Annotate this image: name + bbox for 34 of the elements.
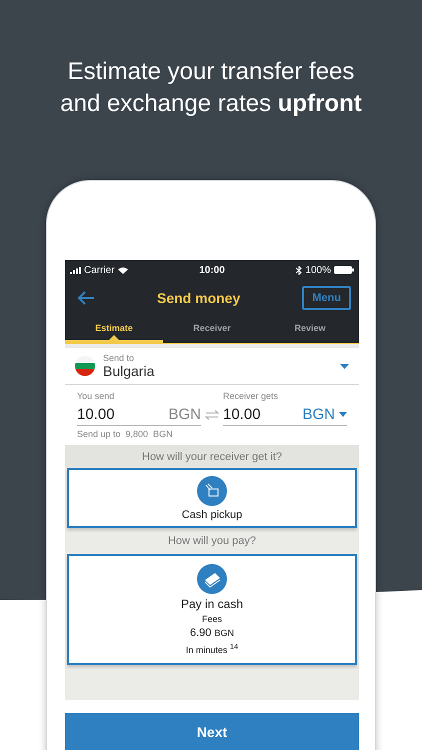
- menu-button[interactable]: Menu: [302, 286, 351, 310]
- signal-icon: [70, 266, 81, 274]
- carrier-label: Carrier: [84, 264, 115, 276]
- field-label: You send: [77, 391, 116, 401]
- bluetooth-icon: [296, 266, 302, 274]
- section-question: How will your receiver get it?: [65, 445, 359, 468]
- battery-icon: [334, 266, 354, 274]
- country-value: Bulgaria: [103, 363, 156, 379]
- step-tab[interactable]: Review: [261, 316, 359, 343]
- clock: 10:00: [199, 264, 225, 276]
- screen-title: Send money: [157, 290, 240, 306]
- payment-option[interactable]: Pay in cash Fees 6.90 BGN In minutes $^{14}$: [67, 554, 357, 665]
- step-tab[interactable]: Estimate: [65, 316, 163, 343]
- dropdown-caret-icon: [340, 364, 349, 368]
- banknotes-icon: [197, 564, 227, 594]
- step-tab[interactable]: Receiver: [163, 316, 261, 343]
- next-button[interactable]: Next: [65, 713, 359, 750]
- cash-hand-icon: [197, 476, 227, 506]
- send-limit: Send up to 9,800 BGN: [77, 429, 174, 439]
- dropdown-caret-icon: [339, 412, 347, 417]
- field-label: Receiver gets: [223, 391, 280, 401]
- back-arrow-icon[interactable]: [77, 291, 95, 305]
- headline: and exchange rates upfront: [60, 89, 362, 119]
- delivery-option[interactable]: Cash pickup: [67, 468, 357, 528]
- wifi-icon: [118, 266, 128, 274]
- receive-amount-field[interactable]: 10.00 BGN: [223, 404, 347, 426]
- flag-icon: [75, 356, 95, 376]
- battery-percent: 100%: [305, 264, 331, 276]
- destination-selector[interactable]: Send to Bulgaria: [65, 348, 359, 384]
- headline: Estimate your transfer fees: [68, 57, 354, 87]
- send-amount-field[interactable]: 10.00 BGN: [77, 404, 201, 426]
- field-label: Send to: [103, 353, 136, 363]
- swap-icon: [205, 410, 219, 420]
- section-question: How will you pay?: [166, 534, 258, 549]
